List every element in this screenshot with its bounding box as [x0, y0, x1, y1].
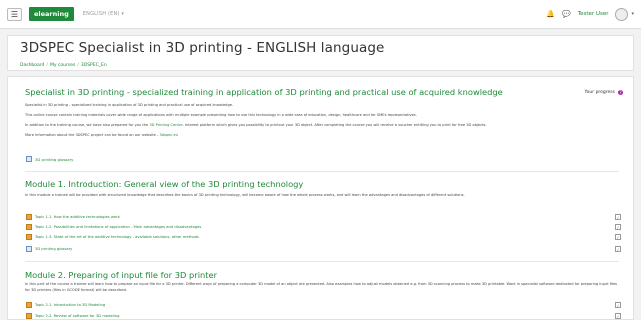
- completion-checkbox[interactable]: ✓: [615, 234, 621, 240]
- breadcrumb-dashboard[interactable]: Dashboard: [20, 63, 44, 68]
- activity-topic-2-1[interactable]: Topic 2.1. Introduction to 3D Modeling: [26, 302, 105, 308]
- section-0-summary: Specialist in 3D printing - specialized …: [25, 102, 615, 142]
- resource-label: 3D printing glossary: [35, 156, 74, 162]
- activity-topic-1-1[interactable]: Topic 1.1. How the additive technologies…: [26, 214, 120, 220]
- module-1-title: Module 1. Introduction: General view of …: [25, 179, 304, 189]
- summary-paragraph: More information about the 3DSPEC projec…: [25, 133, 178, 137]
- module-2-description: In this part of the course a trainee wil…: [25, 282, 618, 292]
- help-icon[interactable]: ?: [618, 90, 623, 95]
- lesson-icon: [26, 214, 32, 220]
- hamburger-menu-icon[interactable]: ☰: [7, 7, 22, 21]
- completion-checkbox[interactable]: ✓: [615, 302, 621, 308]
- lesson-icon: [26, 313, 32, 319]
- completion-checkbox[interactable]: ✓: [615, 313, 621, 319]
- file-icon: [26, 246, 32, 252]
- avatar[interactable]: [615, 7, 629, 21]
- summary-paragraph: In addition to the training course, we h…: [25, 123, 487, 127]
- page-title: 3DSPEC Specialist in 3D printing - ENGLI…: [20, 40, 385, 56]
- summary-paragraph: This online course contain training mate…: [25, 113, 417, 117]
- printing-centre-link[interactable]: 3D Printing Centre: [149, 123, 182, 127]
- top-navbar: ☰ elearning ENGLISH (EN) ▾ 🔔 💬 Tester Us…: [0, 0, 641, 29]
- chevron-down-icon[interactable]: ▾: [631, 11, 634, 17]
- completion-checkbox[interactable]: ✓: [615, 224, 621, 230]
- lesson-icon: [26, 224, 32, 230]
- summary-paragraph: Specialist in 3D printing - specialized …: [25, 103, 234, 107]
- site-brand[interactable]: elearning: [29, 7, 74, 21]
- module-1-description: In this module a trainee will be provide…: [25, 193, 465, 197]
- section-divider: [25, 261, 619, 262]
- website-link[interactable]: 3dspec.eu: [159, 133, 178, 137]
- completion-checkbox[interactable]: ✓: [615, 214, 621, 220]
- module-2-title: Module 2. Preparing of input file for 3D…: [25, 270, 218, 280]
- file-icon: [26, 156, 32, 162]
- progress-indicator: Your progress ?: [585, 90, 623, 95]
- lesson-icon: [26, 234, 32, 240]
- completion-checkbox[interactable]: ✓: [615, 246, 621, 252]
- notifications-bell-icon[interactable]: 🔔: [546, 10, 555, 18]
- course-content: Your progress ? Specialist in 3D printin…: [7, 76, 634, 320]
- language-selector[interactable]: ENGLISH (EN) ▾: [83, 11, 124, 17]
- breadcrumb-course[interactable]: 3DSPEC_En: [81, 63, 107, 68]
- glossary-resource[interactable]: 3D printing glossary: [26, 246, 72, 252]
- user-area: 🔔 💬 Tester User ▾: [546, 7, 634, 21]
- activity-topic-1-2[interactable]: Topic 1.2. Possibilities and limitations…: [26, 224, 201, 230]
- lesson-icon: [26, 302, 32, 308]
- progress-label: Your progress: [584, 90, 615, 95]
- glossary-resource[interactable]: 3D printing glossary: [26, 156, 73, 162]
- activity-topic-1-3[interactable]: Topic 1.3. State of the art of the addit…: [26, 234, 199, 240]
- activity-topic-2-2[interactable]: Topic 2.2. Review of software for 3D mod…: [26, 313, 120, 319]
- breadcrumb-my-courses[interactable]: My courses: [50, 63, 75, 68]
- messages-chat-icon[interactable]: 💬: [562, 10, 571, 18]
- section-0-title: Specialist in 3D printing - specialized …: [25, 87, 503, 97]
- user-name[interactable]: Tester User: [578, 11, 609, 17]
- breadcrumb: Dashboard / My courses/3DSPEC_En: [20, 63, 107, 68]
- section-divider: [25, 171, 619, 172]
- page-header: 3DSPEC Specialist in 3D printing - ENGLI…: [7, 35, 634, 71]
